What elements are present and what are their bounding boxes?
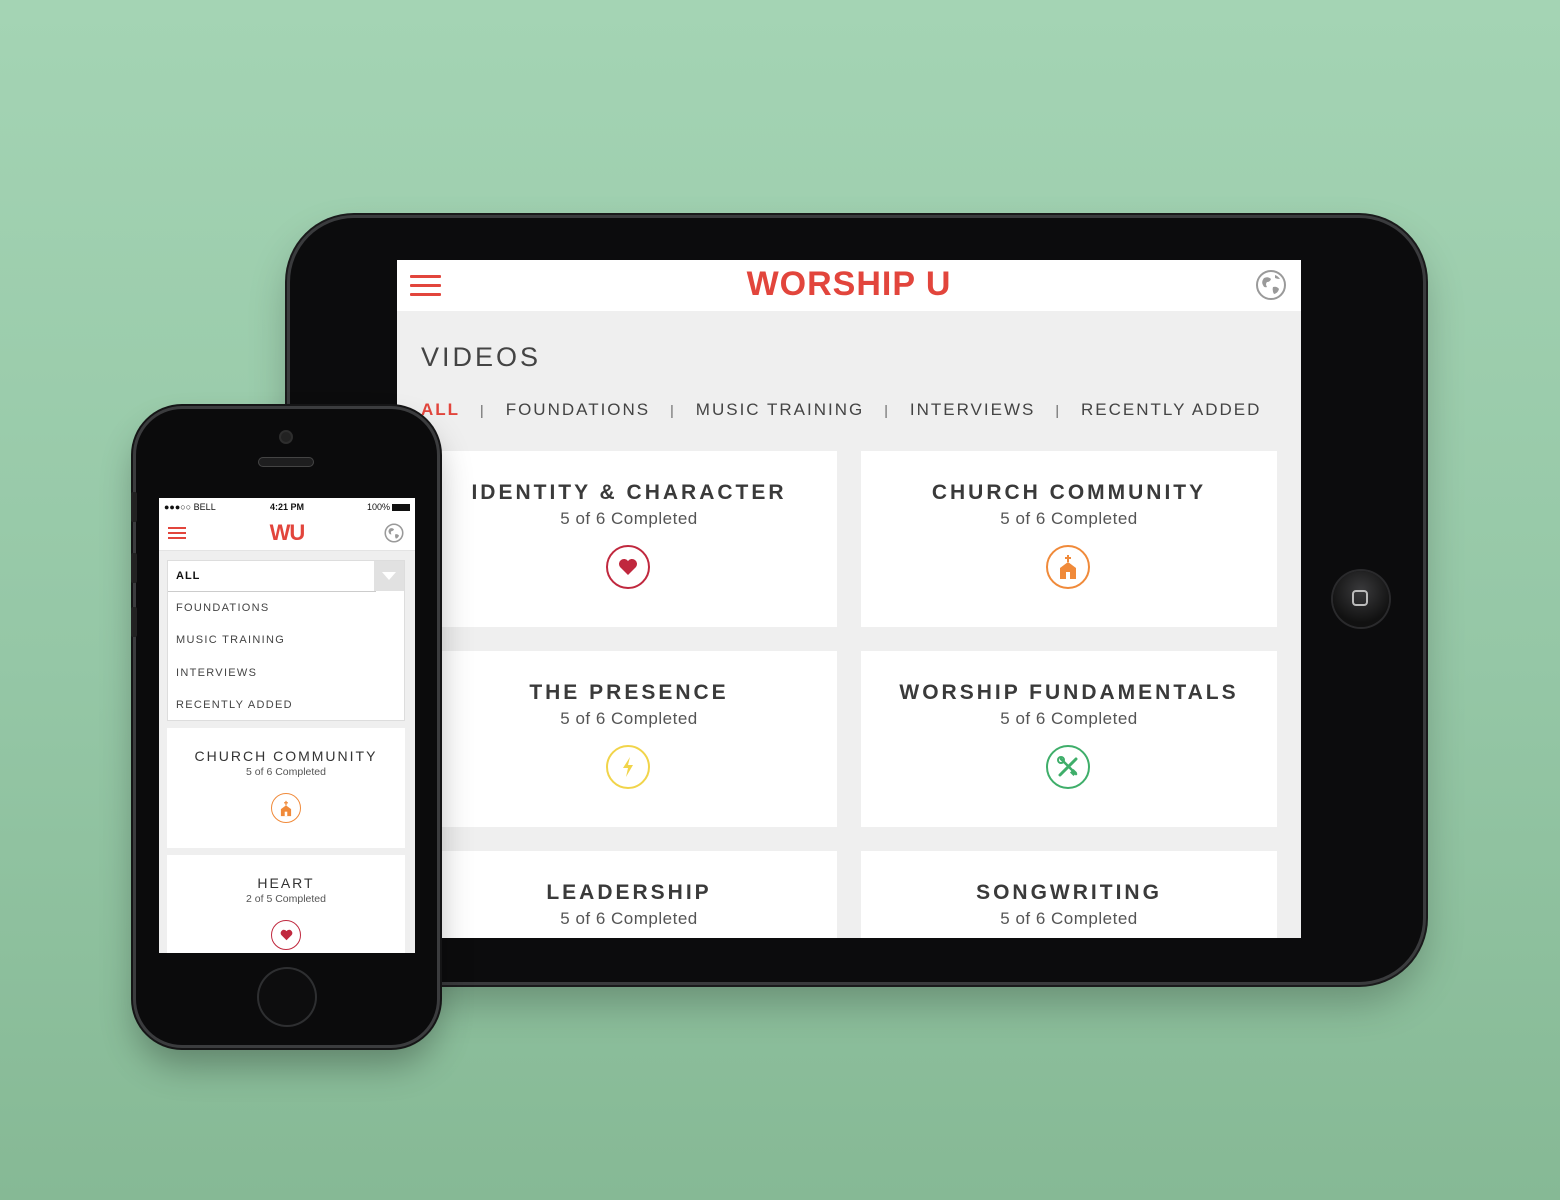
app-logo: WU	[269, 520, 306, 545]
card-title: LEADERSHIP	[546, 881, 712, 904]
card-title: CHURCH COMMUNITY	[931, 481, 1207, 504]
dropdown-divider	[168, 591, 376, 592]
globe-icon[interactable]	[384, 523, 404, 543]
phone-camera	[281, 432, 291, 442]
phone-header: WU	[159, 516, 415, 551]
church-icon	[1046, 545, 1090, 589]
chevron-down-icon[interactable]	[374, 561, 404, 591]
phone-volume-up	[131, 553, 137, 583]
phone-mute-switch	[131, 492, 137, 522]
video-card-identity-character[interactable]: IDENTITY & CHARACTER 5 of 6 Completed	[421, 451, 837, 627]
dropdown-option-music-training[interactable]: MUSIC TRAINING	[176, 634, 285, 646]
card-title: CHURCH COMMUNITY	[194, 748, 378, 764]
church-icon	[271, 793, 301, 823]
card-status: 2 of 5 Completed	[246, 893, 326, 905]
tab-separator: |	[670, 402, 676, 418]
phone-home-button[interactable]	[259, 969, 315, 1025]
category-dropdown[interactable]: ALL FOUNDATIONS MUSIC TRAINING INTERVIEW…	[167, 560, 405, 721]
card-title: IDENTITY & CHARACTER	[471, 481, 787, 504]
dropdown-option-interviews[interactable]: INTERVIEWS	[176, 667, 257, 679]
tab-recently-added[interactable]: RECENTLY ADDED	[1081, 400, 1261, 420]
tablet-home-button[interactable]	[1333, 571, 1389, 627]
heart-icon	[606, 545, 650, 589]
card-status: 5 of 6 Completed	[246, 766, 326, 778]
tab-interviews[interactable]: INTERVIEWS	[910, 400, 1035, 420]
card-title: HEART	[257, 875, 315, 891]
status-bar: ●●●○○ BELL 4:21 PM 100%	[159, 498, 415, 516]
video-card-songwriting[interactable]: SONGWRITING 5 of 6 Completed	[861, 851, 1277, 938]
card-status: 5 of 6 Completed	[560, 709, 698, 728]
phone-speaker	[258, 457, 314, 467]
card-status: 5 of 6 Completed	[1000, 709, 1138, 728]
tab-separator: |	[480, 402, 486, 418]
app-logo: WORSHIP U	[746, 265, 952, 303]
phone-volume-down	[131, 607, 137, 637]
dropdown-selected[interactable]: ALL	[176, 570, 200, 582]
card-status: 5 of 6 Completed	[560, 509, 698, 528]
video-card-church-community[interactable]: CHURCH COMMUNITY 5 of 6 Completed	[167, 728, 405, 848]
card-status: 5 of 6 Completed	[1000, 909, 1138, 928]
dropdown-option-recently-added[interactable]: RECENTLY ADDED	[176, 699, 293, 711]
card-status: 5 of 6 Completed	[560, 909, 698, 928]
card-title: WORSHIP FUNDAMENTALS	[899, 681, 1239, 704]
tab-music-training[interactable]: MUSIC TRAINING	[696, 400, 864, 420]
tab-foundations[interactable]: FOUNDATIONS	[506, 400, 650, 420]
tablet-screen: WORSHIP U VIDEOS ALL | FOUNDATIONS | MUSIC T…	[397, 260, 1301, 938]
tab-separator: |	[884, 402, 890, 418]
video-card-worship-fundamentals[interactable]: WORSHIP FUNDAMENTALS 5 of 6 Completed	[861, 651, 1277, 827]
card-title: SONGWRITING	[976, 881, 1162, 904]
heart-icon	[271, 920, 301, 950]
battery-indicator: 100%	[367, 502, 410, 512]
battery-icon	[392, 504, 410, 511]
page-title: VIDEOS	[421, 342, 542, 372]
tab-separator: |	[1055, 402, 1061, 418]
video-card-leadership[interactable]: LEADERSHIP 5 of 6 Completed	[421, 851, 837, 938]
dropdown-option-foundations[interactable]: FOUNDATIONS	[176, 602, 270, 614]
video-card-heart[interactable]: HEART 2 of 5 Completed	[167, 855, 405, 953]
category-tabs: ALL | FOUNDATIONS | MUSIC TRAINING | INTERVIEW…	[421, 400, 1261, 420]
phone-screen: ●●●○○ BELL 4:21 PM 100% WU ALL FOUNDATIO…	[159, 498, 415, 953]
tablet-header: WORSHIP U	[397, 260, 1301, 311]
battery-label: 100%	[366, 502, 390, 512]
card-status: 5 of 6 Completed	[1000, 509, 1138, 528]
card-title: THE PRESENCE	[529, 681, 729, 704]
video-card-church-community[interactable]: CHURCH COMMUNITY 5 of 6 Completed	[861, 451, 1277, 627]
tab-all[interactable]: ALL	[421, 400, 460, 420]
video-card-the-presence[interactable]: THE PRESENCE 5 of 6 Completed	[421, 651, 837, 827]
tools-icon	[1046, 745, 1090, 789]
lightning-icon	[606, 745, 650, 789]
globe-icon[interactable]	[1255, 269, 1287, 301]
